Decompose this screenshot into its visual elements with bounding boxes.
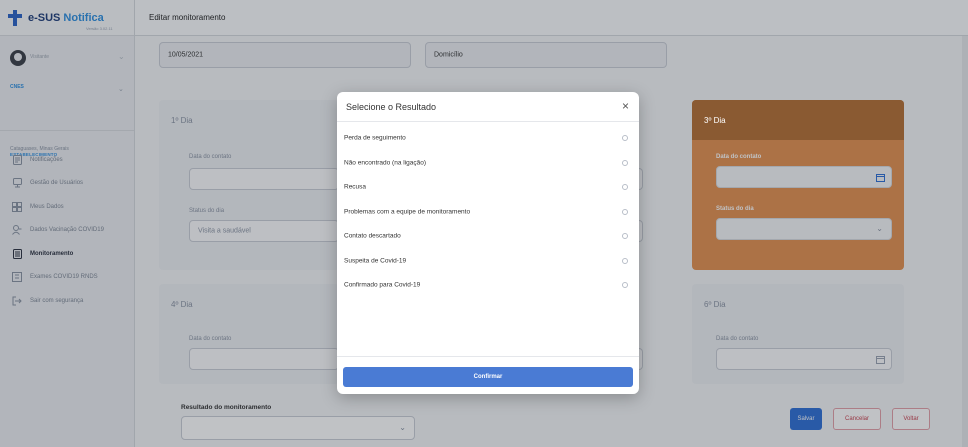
radio-button[interactable] xyxy=(622,159,628,166)
modal-header: Selecione o Resultado × xyxy=(337,92,639,122)
radio-button[interactable] xyxy=(622,282,628,289)
option-label: Confirmado para Covid-19 xyxy=(344,281,421,289)
modal-footer: Confirmar xyxy=(337,356,639,394)
result-option-perda-seguimento[interactable]: Perda de seguimento xyxy=(337,126,639,151)
radio-button[interactable] xyxy=(622,135,628,142)
result-option-suspeita-covid[interactable]: Suspeita de Covid-19 xyxy=(337,249,639,274)
result-option-contato-descartado[interactable]: Contato descartado xyxy=(337,224,639,249)
close-icon[interactable]: × xyxy=(622,99,629,113)
radio-button[interactable] xyxy=(622,233,628,240)
result-option-problemas-equipe[interactable]: Problemas com a equipe de monitoramento xyxy=(337,200,639,225)
option-label: Contato descartado xyxy=(344,232,401,240)
confirm-button[interactable]: Confirmar xyxy=(343,367,633,387)
option-label: Problemas com a equipe de monitoramento xyxy=(344,208,471,216)
day3-title: 3º Dia xyxy=(704,116,726,125)
result-modal: Selecione o Resultado × Perda de seguime… xyxy=(337,92,639,394)
result-option-confirmado-covid[interactable]: Confirmado para Covid-19 xyxy=(337,273,639,298)
radio-button[interactable] xyxy=(622,208,628,215)
radio-button[interactable] xyxy=(622,184,628,191)
option-label: Recusa xyxy=(344,183,367,191)
result-option-nao-encontrado[interactable]: Não encontrado (na ligação) xyxy=(337,151,639,176)
radio-button[interactable] xyxy=(622,257,628,264)
result-options: Perda de seguimento Não encontrado (na l… xyxy=(337,126,639,298)
option-label: Perda de seguimento xyxy=(344,134,406,142)
option-label: Não encontrado (na ligação) xyxy=(344,159,427,167)
modal-title: Selecione o Resultado xyxy=(346,102,437,112)
option-label: Suspeita de Covid-19 xyxy=(344,257,407,265)
result-option-recusa[interactable]: Recusa xyxy=(337,175,639,200)
